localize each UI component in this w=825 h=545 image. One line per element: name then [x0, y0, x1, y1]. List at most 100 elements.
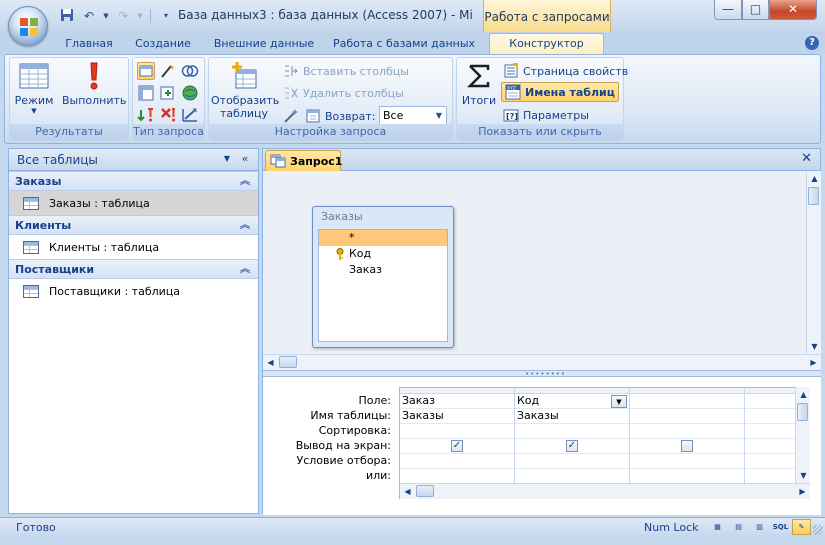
grid-cell-field[interactable] — [630, 394, 744, 409]
datasheet-view-icon[interactable]: ▦ — [708, 519, 727, 535]
design-view-icon[interactable]: ✎ — [792, 519, 811, 535]
insert-columns-button[interactable]: Вставить столбцы — [283, 61, 409, 81]
grid-cell-table[interactable] — [630, 409, 744, 424]
nav-group-clients[interactable]: Клиенты ︽ — [9, 215, 258, 235]
undo-icon[interactable]: ↶ — [80, 8, 98, 24]
grid-vertical-scrollbar[interactable]: ▲ ▼ — [795, 387, 810, 483]
nav-pane-menu-icon[interactable]: ▼ — [220, 152, 234, 166]
pivot-table-view-icon[interactable]: ▤ — [729, 519, 748, 535]
nav-item-orders-table[interactable]: Заказы : таблица — [9, 191, 258, 215]
grid-cell-criteria[interactable] — [745, 454, 796, 469]
scroll-down-icon[interactable]: ▼ — [807, 339, 822, 354]
grid-column[interactable]: Заказ Заказы ✓ — [400, 388, 515, 484]
nav-pane-header[interactable]: Все таблицы ▼ « — [9, 149, 258, 171]
table-names-button[interactable]: XYZ Имена таблиц — [501, 82, 619, 102]
grid-column[interactable] — [630, 388, 745, 484]
select-query-icon[interactable] — [137, 62, 155, 80]
grid-cell-sort[interactable] — [745, 424, 796, 439]
scroll-right-icon[interactable]: ▶ — [806, 355, 821, 370]
grid-cell-table[interactable]: Заказы — [400, 409, 514, 424]
table-area[interactable]: Заказы * Код Заказ — [263, 171, 806, 354]
update-query-icon[interactable] — [137, 106, 155, 124]
show-checkbox[interactable]: ✓ — [451, 440, 463, 452]
field-all[interactable]: * — [319, 230, 447, 246]
grid-cell-show[interactable] — [630, 439, 744, 454]
grid-cell-show[interactable]: ✓ — [400, 439, 514, 454]
grid-cell-show[interactable]: ✓ — [515, 439, 629, 454]
scroll-thumb[interactable] — [279, 356, 297, 368]
nav-pane-collapse-icon[interactable]: « — [238, 152, 252, 166]
close-button[interactable]: ✕ — [769, 0, 817, 20]
property-sheet-button[interactable]: Страница свойств — [503, 61, 628, 81]
scroll-thumb[interactable] — [808, 187, 819, 205]
field-list-title[interactable]: Заказы — [313, 207, 453, 227]
save-icon[interactable] — [58, 8, 76, 24]
pass-through-query-icon[interactable] — [181, 84, 199, 102]
view-button[interactable]: Режим ▼ — [12, 60, 56, 115]
grid-column[interactable]: Код ▼ Заказы ✓ — [515, 388, 630, 484]
pane-splitter[interactable]: •••••••• — [263, 370, 821, 378]
office-button[interactable] — [8, 6, 48, 46]
scroll-up-icon[interactable]: ▲ — [796, 387, 811, 402]
nav-item-suppliers-table[interactable]: Поставщики : таблица — [9, 279, 258, 303]
builder-button[interactable] — [283, 106, 299, 126]
nav-group-suppliers[interactable]: Поставщики ︽ — [9, 259, 258, 279]
scroll-left-icon[interactable]: ◀ — [400, 484, 415, 499]
scroll-left-icon[interactable]: ◀ — [263, 355, 278, 370]
grid-cell-table[interactable]: Заказы — [515, 409, 629, 424]
return-combo-arrow-icon[interactable]: ▼ — [432, 107, 446, 125]
chevron-up-icon[interactable]: ︽ — [240, 260, 250, 279]
show-table-button[interactable]: Отобразить таблицу — [211, 60, 279, 120]
tab-design[interactable]: Конструктор — [489, 33, 604, 54]
redo-icon[interactable]: ↷ — [114, 8, 132, 24]
grid-column[interactable] — [745, 388, 796, 484]
undo-dropdown-icon[interactable]: ▼ — [102, 8, 110, 24]
grid-cell-sort[interactable] — [515, 424, 629, 439]
grid-cell-criteria[interactable] — [630, 454, 744, 469]
field-dropdown-icon[interactable]: ▼ — [611, 395, 627, 408]
nav-group-orders[interactable]: Заказы ︽ — [9, 171, 258, 191]
redo-dropdown-icon[interactable]: ▼ — [136, 8, 144, 24]
union-query-icon[interactable] — [181, 62, 199, 80]
delete-columns-button[interactable]: Удалить столбцы — [283, 83, 404, 103]
nav-item-clients-table[interactable]: Клиенты : таблица — [9, 235, 258, 259]
grid-horizontal-scrollbar[interactable]: ◀ ▶ — [399, 483, 810, 499]
upper-horizontal-scrollbar[interactable]: ◀ ▶ — [263, 354, 821, 370]
sql-view-button[interactable]: SQL — [771, 519, 790, 535]
tab-create[interactable]: Создание — [128, 36, 198, 54]
pivot-chart-view-icon[interactable]: ▥ — [750, 519, 769, 535]
grid-cell-field[interactable]: Заказ — [400, 394, 514, 409]
tab-home[interactable]: Главная — [58, 36, 120, 54]
upper-vertical-scrollbar[interactable]: ▲ ▼ — [806, 171, 821, 354]
field-order[interactable]: Заказ — [319, 262, 447, 278]
data-definition-query-icon[interactable] — [181, 106, 199, 124]
resize-grip-icon[interactable] — [813, 525, 823, 535]
chevron-up-icon[interactable]: ︽ — [240, 172, 250, 191]
append-query-icon[interactable] — [159, 84, 177, 102]
show-checkbox[interactable]: ✓ — [566, 440, 578, 452]
show-checkbox[interactable] — [681, 440, 693, 452]
scroll-thumb[interactable] — [797, 403, 808, 421]
delete-query-icon[interactable] — [159, 106, 177, 124]
grid-cell-show[interactable] — [745, 439, 796, 454]
help-icon[interactable]: ? — [805, 36, 819, 50]
crosstab-query-icon[interactable] — [137, 84, 155, 102]
grid-cell-criteria[interactable] — [515, 454, 629, 469]
chevron-up-icon[interactable]: ︽ — [240, 216, 250, 235]
return-combo[interactable]: Все ▼ — [379, 106, 447, 126]
grid-cell-or[interactable] — [400, 469, 514, 484]
scroll-up-icon[interactable]: ▲ — [807, 171, 822, 186]
scroll-thumb[interactable] — [416, 485, 434, 497]
grid-cell-or[interactable] — [515, 469, 629, 484]
close-document-icon[interactable]: ✕ — [801, 151, 812, 166]
run-button[interactable]: Выполнить — [62, 60, 126, 107]
grid-cell-sort[interactable] — [400, 424, 514, 439]
customize-qat-icon[interactable]: ▾ — [157, 8, 175, 24]
tab-query1[interactable]: Запрос1 — [265, 150, 342, 171]
grid-cell-or[interactable] — [630, 469, 744, 484]
grid-cell-table[interactable] — [745, 409, 796, 424]
grid-cell-field[interactable] — [745, 394, 796, 409]
tab-database-tools[interactable]: Работа с базами данных — [330, 36, 478, 54]
parameters-button[interactable]: [?] Параметры — [503, 105, 589, 125]
grid-cell-sort[interactable] — [630, 424, 744, 439]
